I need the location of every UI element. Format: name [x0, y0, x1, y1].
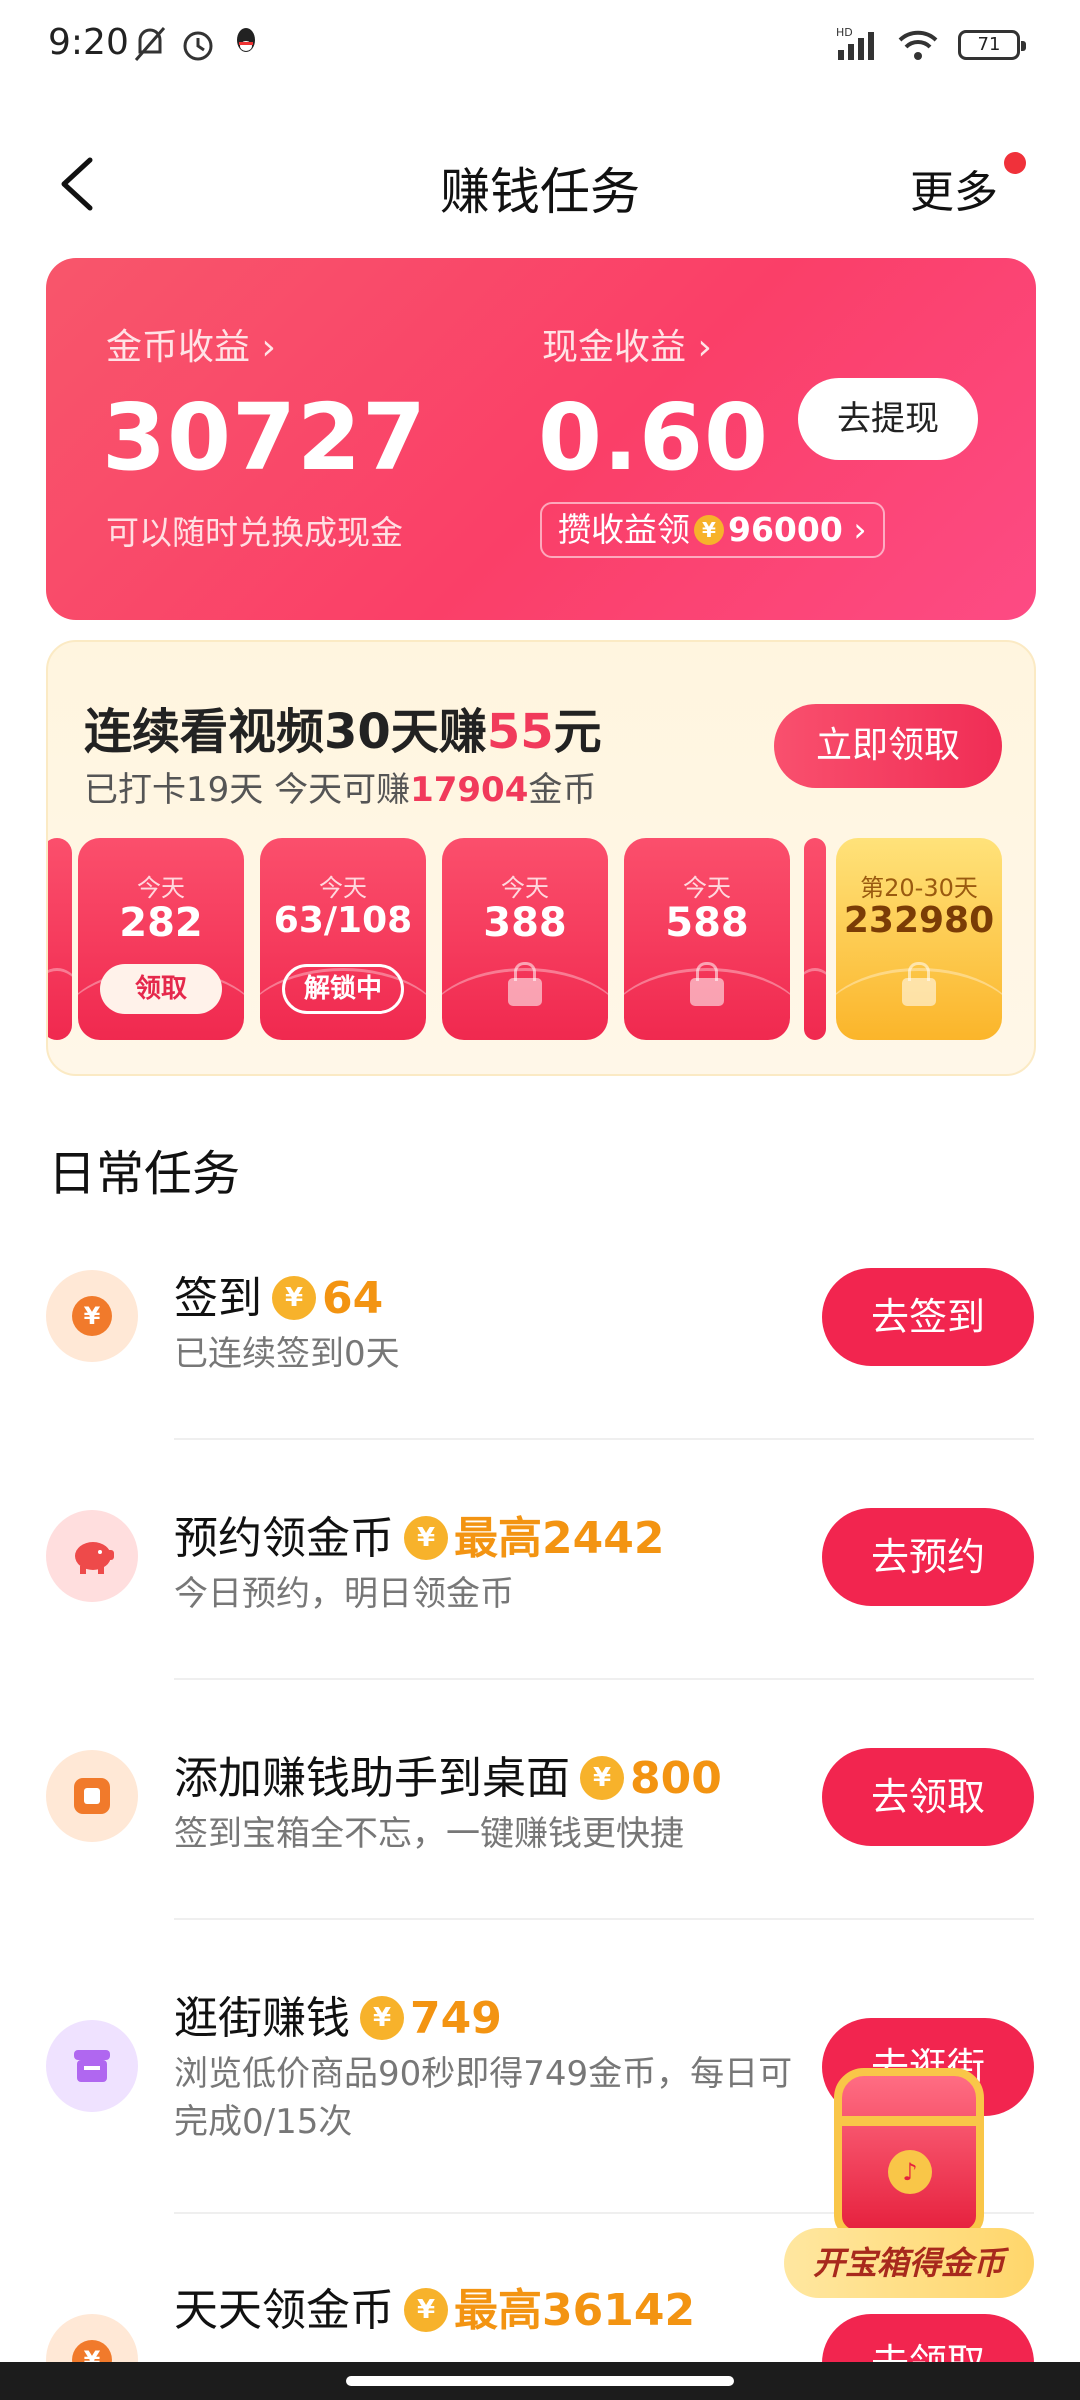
streak-title-suffix: 元	[553, 704, 602, 760]
status-time: 9:20	[48, 22, 129, 63]
task-title: 添加赚钱助手到桌面 ¥800	[174, 1742, 722, 1806]
task-reward: 749	[410, 1993, 502, 2044]
task-title-text: 添加赚钱助手到桌面	[174, 1753, 570, 1804]
cash-goal-prefix: 攒收益领	[558, 510, 690, 549]
day-card-value: 388	[483, 900, 567, 946]
withdraw-button[interactable]: 去提现	[798, 378, 978, 460]
coin-icon: ¥	[360, 1996, 404, 2040]
task-title-text: 天天领金币	[174, 2285, 394, 2336]
shop-icon	[46, 2020, 138, 2112]
task-reward: 最高36142	[454, 2285, 696, 2336]
earnings-card: 金币收益 › 30727 可以随时兑换成现金 现金收益 › 0.60 去提现 攒…	[46, 258, 1036, 620]
daily-tasks-title: 日常任务	[48, 1146, 241, 1202]
nav-bar: 赚钱任务 更多	[0, 130, 1080, 240]
day-card[interactable]: 今天 63/108 解锁中	[260, 838, 426, 1040]
task-title-text: 预约领金币	[174, 1513, 394, 1564]
coin-icon: ¥	[694, 514, 724, 545]
day-card[interactable]: 今天 388	[442, 838, 608, 1040]
cash-goal-amount: 96000	[728, 510, 843, 549]
day-card[interactable]: 今天 588	[624, 838, 790, 1040]
qq-icon	[232, 24, 260, 64]
lock-icon	[902, 962, 936, 1006]
alarm-icon	[178, 24, 218, 68]
coin-icon: ¥	[404, 1516, 448, 1560]
task-reward: 800	[630, 1753, 722, 1804]
piggy-bank-icon	[46, 1510, 138, 1602]
day-card-label: 第20-30天	[860, 874, 978, 902]
day-card-partial	[804, 838, 826, 1040]
divider	[174, 1438, 1034, 1440]
streak-sub-suffix: 金币	[528, 770, 597, 810]
home-indicator[interactable]	[346, 2376, 734, 2386]
chevron-right-icon: ›	[853, 510, 867, 549]
day-card-label: 今天	[683, 874, 731, 902]
wifi-icon	[896, 24, 940, 68]
day-card-label: 今天	[137, 874, 185, 902]
task-title: 天天领金币 ¥ 最高36142	[174, 2274, 695, 2338]
streak-card: 连续看视频30天赚55元 已打卡19天 今天可赚17904金币 立即领取 今天 …	[46, 640, 1036, 1076]
streak-sub-prefix: 已打卡19天 今天可赚	[84, 770, 411, 810]
divider	[174, 1678, 1034, 1680]
streak-subtitle: 已打卡19天 今天可赚17904金币	[84, 762, 596, 811]
battery-icon: 71	[958, 30, 1026, 60]
day-unlocking-badge: 解锁中	[282, 964, 404, 1014]
task-desc: 签到宝箱全不忘，一键赚钱更快捷	[174, 1814, 684, 1854]
task-title-text: 签到	[174, 1273, 262, 1324]
day-card[interactable]: 今天 282 领取	[78, 838, 244, 1040]
more-button[interactable]: 更多	[910, 156, 998, 220]
task-button[interactable]: 去预约	[822, 1508, 1034, 1606]
task-button[interactable]: 去领取	[822, 1748, 1034, 1846]
task-desc: 已连续签到0天	[174, 1334, 400, 1374]
svg-text:HD: HD	[836, 26, 853, 39]
task-desc: 浏览低价商品90秒即得749金币，每日可完成0/15次	[174, 2054, 793, 2142]
lock-icon	[690, 962, 724, 1006]
treasure-chest-icon: ♪	[834, 2068, 984, 2238]
task-desc: 今日预约，明日领金币	[174, 1574, 514, 1614]
day-claim-button[interactable]: 领取	[100, 964, 222, 1014]
day-card-partial	[48, 838, 72, 1040]
day-card-bonus[interactable]: 第20-30天 232980	[836, 838, 1002, 1040]
treasure-chest-label: 开宝箱得金币	[784, 2228, 1034, 2298]
claim-now-button[interactable]: 立即领取	[774, 704, 1002, 788]
task-title-text: 逛街赚钱	[174, 1993, 350, 2044]
day-card-value: 282	[119, 900, 203, 946]
task-title: 预约领金币 ¥ 最高2442	[174, 1502, 664, 1566]
hd-signal-icon: HD	[836, 24, 886, 68]
day-card-label: 今天	[501, 874, 549, 902]
coin-icon: ¥	[580, 1756, 624, 1800]
task-title: 逛街赚钱 ¥749	[174, 1982, 502, 2046]
cash-earnings-value: 0.60	[538, 384, 769, 491]
day-card-label: 今天	[319, 874, 367, 902]
lock-icon	[508, 962, 542, 1006]
task-reward: 64	[322, 1273, 384, 1324]
treasure-chest-widget[interactable]: ♪ 开宝箱得金币	[784, 2068, 1034, 2308]
coin-icon: ¥	[404, 2288, 448, 2332]
divider	[174, 1918, 1034, 1920]
cash-goal-pill[interactable]: 攒收益领 ¥96000 ›	[540, 502, 885, 558]
coin-icon: ¥	[272, 1276, 316, 1320]
mute-icon	[132, 24, 168, 68]
day-card-value: 232980	[843, 900, 995, 941]
douyin-logo-icon: ♪	[888, 2150, 932, 2194]
task-reward: 最高2442	[454, 1513, 665, 1564]
day-card-value: 588	[665, 900, 749, 946]
streak-sub-amount: 17904	[410, 770, 529, 810]
coin-earnings-hint: 可以随时兑换成现金	[106, 513, 403, 552]
widget-icon	[46, 1750, 138, 1842]
status-bar: 9:20 HD 71	[0, 0, 1080, 92]
coin-earnings-link[interactable]: 金币收益 ›	[106, 318, 276, 370]
task-button[interactable]: 去签到	[822, 1268, 1034, 1366]
gesture-bar	[0, 2362, 1080, 2400]
yuan-coin-icon: ¥	[46, 1270, 138, 1362]
day-card-value: 63/108	[273, 900, 413, 941]
streak-title-amount: 55	[486, 704, 554, 760]
cash-earnings-link[interactable]: 现金收益 ›	[542, 318, 712, 370]
streak-title: 连续看视频30天赚55元	[84, 692, 602, 762]
notification-dot	[1004, 152, 1026, 174]
task-title: 签到 ¥64	[174, 1262, 383, 1326]
streak-title-prefix: 连续看视频30天赚	[84, 704, 487, 760]
coin-earnings-value: 30727	[102, 384, 428, 491]
